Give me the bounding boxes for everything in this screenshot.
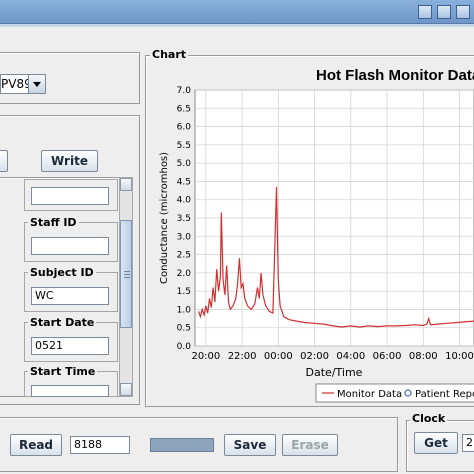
maximize-button[interactable] [437, 5, 451, 19]
clock-title: Clock [410, 412, 448, 425]
get-clock-button[interactable]: Get [414, 432, 458, 454]
x-tick-label: 06:00 [373, 351, 402, 362]
fields-scrollbar[interactable] [119, 177, 133, 397]
staff-id-label: Staff ID [28, 216, 79, 229]
left-partial-button[interactable] [0, 150, 8, 172]
scroll-down-arrow-icon[interactable] [120, 383, 132, 396]
chart-legend: Monitor Data Patient Report [315, 383, 474, 403]
y-tick-label: 1.0 [177, 305, 192, 315]
save-button[interactable]: Save [224, 434, 276, 456]
y-tick-label: 4.0 [177, 196, 192, 206]
y-tick-label: 5.0 [177, 159, 192, 169]
close-button[interactable] [456, 5, 470, 19]
device-combo[interactable]: PV89 [0, 74, 46, 94]
chart-svg: Hot Flash Monitor Data 0.0 0.5 1.0 1.5 2.0 2.… [159, 67, 474, 403]
x-tick-label: 08:00 [409, 351, 438, 362]
grip-line [124, 271, 130, 272]
read-button[interactable]: Read [10, 434, 62, 456]
y-tick-label: 3.5 [177, 214, 191, 224]
x-tick-label: 04:00 [336, 351, 365, 362]
progress-bar [150, 438, 214, 452]
y-tick-label: 7.0 [177, 86, 192, 96]
scroll-up-arrow-icon[interactable] [120, 178, 132, 191]
y-tick-label: 2.0 [177, 269, 192, 279]
y-tick-label: 1.5 [177, 287, 191, 297]
top-field-input[interactable] [31, 187, 109, 205]
x-tick-label: 20:00 [191, 351, 220, 362]
y-tick-label: 0.0 [177, 342, 192, 352]
subject-id-label: Subject ID [28, 266, 96, 279]
staff-id-input[interactable] [31, 237, 109, 255]
y-tick-labels: 0.0 0.5 1.0 1.5 2.0 2.5 3.0 3.5 4.0 4.5 5.0 5.5 6.0 6… [177, 86, 192, 352]
subject-id-input[interactable]: WC [31, 287, 109, 305]
y-axis-label: Conductance (micromhos) [159, 152, 170, 284]
chart-title: Hot Flash Monitor Data [316, 67, 474, 84]
y-tick-label: 2.5 [177, 251, 191, 261]
y-tick-label: 5.5 [177, 141, 191, 151]
x-tick-labels: 20:00 22:00 00:00 02:00 04:00 06:00 08:00 10:00 [191, 351, 473, 362]
legend-patient-report: Patient Report [415, 389, 474, 400]
x-axis-label: Date/Time [306, 366, 363, 379]
write-button[interactable]: Write [41, 150, 98, 172]
y-tick-label: 3.0 [177, 232, 192, 242]
y-tick-label: 6.0 [177, 123, 192, 133]
start-date-input[interactable]: 0521 [31, 337, 109, 355]
y-tick-label: 6.5 [177, 104, 191, 114]
x-tick-label: 00:00 [264, 351, 293, 362]
y-tick-label: 0.5 [177, 324, 191, 334]
erase-button: Erase [282, 434, 338, 456]
x-tick-label: 10:00 [445, 351, 474, 362]
y-tick-label: 4.5 [177, 177, 191, 187]
legend-monitor-data: Monitor Data [337, 389, 402, 400]
read-value-field[interactable]: 8188 [70, 436, 130, 454]
start-time-input[interactable] [31, 385, 109, 397]
start-date-label: Start Date [28, 316, 97, 329]
x-tick-label: 02:00 [300, 351, 329, 362]
grip-line [124, 274, 130, 275]
x-tick-label: 22:00 [228, 351, 257, 362]
start-time-label: Start Time [28, 365, 98, 378]
scroll-thumb[interactable] [120, 220, 132, 328]
grip-line [124, 277, 130, 278]
minimize-button[interactable] [418, 5, 432, 19]
clock-value-field[interactable]: 2 [462, 434, 474, 452]
titlebar-separator [0, 24, 474, 27]
window-titlebar [0, 0, 474, 24]
chevron-down-icon[interactable] [28, 75, 45, 93]
